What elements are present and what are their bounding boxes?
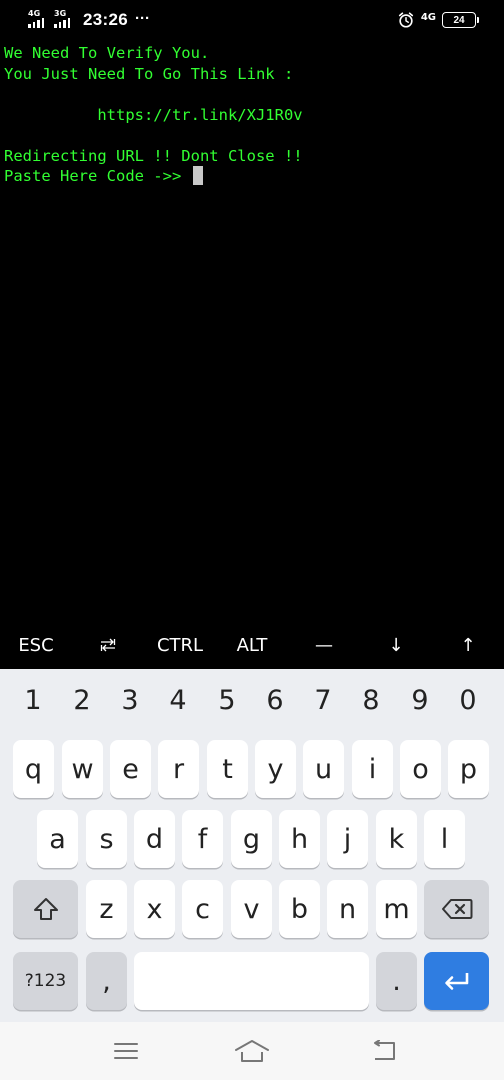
soft-keyboard: 1 2 3 4 5 6 7 8 9 0 q w e r t y u i o p …: [0, 669, 504, 1022]
extra-keys-row: ESC CTRL ALT — ↓ ↑: [0, 622, 504, 668]
navigation-bar: [0, 1022, 504, 1080]
terminal-output[interactable]: We Need To Verify You. You Just Need To …: [4, 43, 500, 623]
key-3[interactable]: 3: [106, 669, 154, 732]
enter-icon: [444, 973, 468, 990]
key-j[interactable]: j: [327, 810, 368, 868]
key-l[interactable]: l: [424, 810, 465, 868]
back-button[interactable]: [366, 1036, 402, 1066]
text-cursor: [192, 166, 203, 185]
key-n[interactable]: n: [327, 880, 368, 938]
key-t[interactable]: t: [207, 740, 248, 798]
key-z[interactable]: z: [86, 880, 127, 938]
key-h[interactable]: h: [279, 810, 320, 868]
key-m[interactable]: m: [376, 880, 417, 938]
key-y[interactable]: y: [255, 740, 296, 798]
key-r[interactable]: r: [158, 740, 199, 798]
key-w[interactable]: w: [62, 740, 103, 798]
period-key[interactable]: .: [376, 952, 417, 1010]
space-bar[interactable]: [134, 952, 369, 1010]
menu-button[interactable]: [108, 1036, 144, 1066]
key-1[interactable]: 1: [9, 669, 57, 732]
key-a[interactable]: a: [37, 810, 78, 868]
tab-key[interactable]: [78, 622, 138, 668]
key-s[interactable]: s: [86, 810, 127, 868]
esc-key[interactable]: ESC: [6, 622, 66, 668]
key-7[interactable]: 7: [299, 669, 347, 732]
symbols-key[interactable]: ?123: [13, 952, 78, 1010]
key-f[interactable]: f: [182, 810, 223, 868]
signal-bars-icon: 4G: [28, 10, 50, 30]
arrow-up-key[interactable]: ↑: [438, 622, 498, 668]
home-button[interactable]: [234, 1036, 270, 1066]
number-row: 1 2 3 4 5 6 7 8 9 0: [0, 669, 504, 732]
back-icon: [374, 1040, 395, 1060]
terminal-line: Redirecting URL !! Dont Close !!: [4, 146, 303, 165]
tab-icon: [100, 638, 116, 652]
key-x[interactable]: x: [134, 880, 175, 938]
key-i[interactable]: i: [352, 740, 393, 798]
alt-key[interactable]: ALT: [222, 622, 282, 668]
key-2[interactable]: 2: [58, 669, 106, 732]
key-b[interactable]: b: [279, 880, 320, 938]
terminal-line: You Just Need To Go This Link :: [4, 64, 294, 83]
key-v[interactable]: v: [231, 880, 272, 938]
key-8[interactable]: 8: [347, 669, 395, 732]
key-6[interactable]: 6: [251, 669, 299, 732]
terminal-link-line: https://tr.link/XJ1R0v: [4, 105, 303, 124]
network-type-2: 3G: [54, 9, 67, 18]
key-u[interactable]: u: [303, 740, 344, 798]
alarm-clock-icon: [398, 12, 413, 28]
terminal-prompt: Paste Here Code ->>: [4, 167, 191, 185]
ctrl-key[interactable]: CTRL: [146, 622, 214, 668]
backspace-icon: [441, 899, 472, 919]
key-5[interactable]: 5: [203, 669, 251, 732]
network-type-1: 4G: [28, 9, 41, 18]
key-o[interactable]: o: [400, 740, 441, 798]
key-q[interactable]: q: [13, 740, 54, 798]
network-type-indicator: 4G: [420, 12, 436, 23]
key-d[interactable]: d: [134, 810, 175, 868]
clock: 23:26: [83, 10, 128, 29]
comma-key[interactable]: ,: [86, 952, 127, 1010]
more-notifications: ···: [134, 9, 150, 27]
menu-icon: [114, 1043, 138, 1059]
key-9[interactable]: 9: [396, 669, 444, 732]
battery-icon: 24: [442, 12, 479, 28]
key-p[interactable]: p: [448, 740, 489, 798]
home-icon: [235, 1040, 269, 1062]
key-k[interactable]: k: [376, 810, 417, 868]
key-g[interactable]: g: [231, 810, 272, 868]
battery-level: 24: [453, 14, 465, 26]
backspace-key[interactable]: [424, 880, 489, 938]
status-bar: 4G 3G 23:26 ··· 4G 24: [0, 0, 504, 40]
key-e[interactable]: e: [110, 740, 151, 798]
terminal-line: We Need To Verify You.: [4, 44, 210, 62]
shift-icon: [33, 898, 58, 920]
arrow-down-key[interactable]: ↓: [366, 622, 426, 668]
key-4[interactable]: 4: [154, 669, 202, 732]
key-c[interactable]: c: [182, 880, 223, 938]
shift-key[interactable]: [13, 880, 78, 938]
enter-key[interactable]: [424, 952, 489, 1010]
dash-key[interactable]: —: [294, 622, 354, 668]
key-0[interactable]: 0: [444, 669, 492, 732]
signal-bars-icon: 3G: [54, 10, 76, 30]
